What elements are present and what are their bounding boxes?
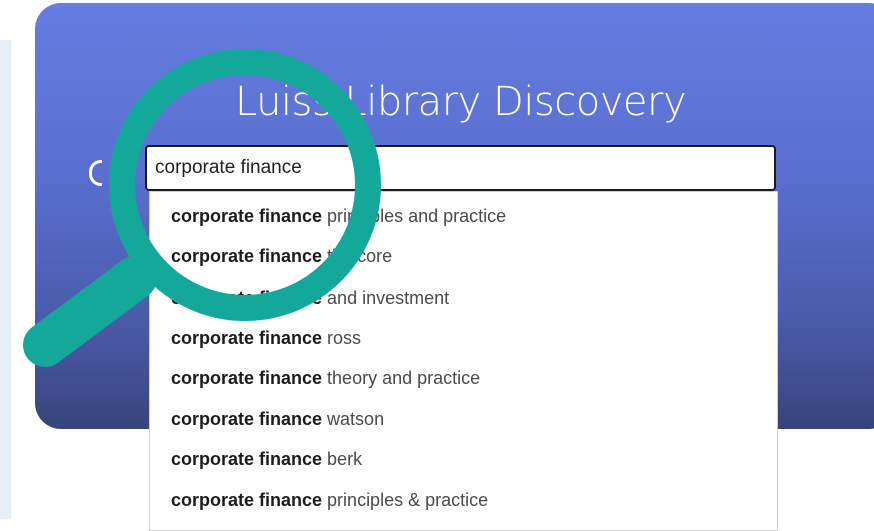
suggestion-match: corporate finance: [171, 368, 323, 388]
search-input[interactable]: [145, 145, 776, 191]
suggestion-match: corporate finance: [171, 328, 323, 348]
suggestion-rest: ross: [322, 328, 362, 348]
suggestion-match: corporate finance: [171, 490, 323, 510]
suggestion-rest: berk: [322, 449, 363, 469]
suggestion-match: corporate finance: [171, 409, 323, 429]
suggestion-item[interactable]: corporate finance the core: [171, 240, 392, 272]
suggestion-match: corporate finance: [171, 246, 323, 266]
suggestion-item[interactable]: corporate finance berk: [171, 443, 362, 475]
suggestion-item[interactable]: corporate finance principles & practice: [171, 484, 488, 516]
suggestion-rest: principles & practice: [322, 490, 489, 510]
page-title: Luiss Library Discovery: [235, 79, 687, 125]
autocomplete-dropdown: corporate finance principles and practic…: [149, 191, 778, 531]
suggestion-rest: and investment: [322, 288, 450, 308]
suggestion-match: corporate finance: [171, 449, 323, 469]
suggestion-rest: the core: [322, 246, 393, 266]
suggestion-item[interactable]: corporate finance ross: [171, 322, 361, 354]
suggestion-rest: principles and practice: [322, 206, 507, 226]
suggestion-item[interactable]: corporate finance principles and practic…: [171, 200, 506, 232]
suggestion-item[interactable]: corporate finance and investment: [171, 282, 449, 314]
left-side-panel: [0, 40, 11, 519]
suggestion-match: corporate finance: [171, 288, 323, 308]
suggestion-item[interactable]: corporate finance watson: [171, 403, 384, 435]
suggestion-match: corporate finance: [171, 206, 323, 226]
suggestion-rest: theory and practice: [322, 368, 481, 388]
suggestion-rest: watson: [322, 409, 385, 429]
suggestion-item[interactable]: corporate finance theory and practice: [171, 362, 480, 394]
